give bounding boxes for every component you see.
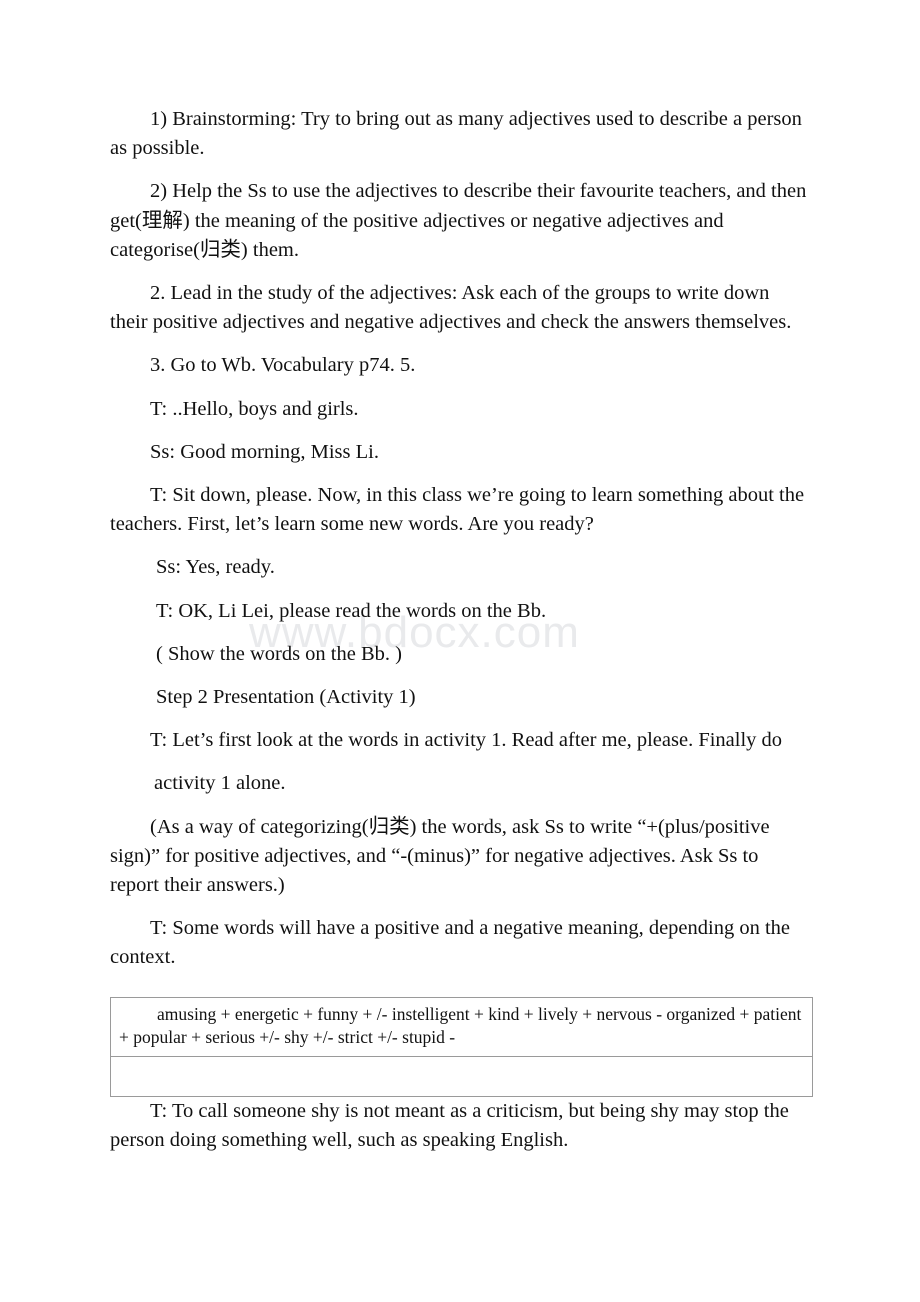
table-row: amusing + energetic + funny + /- instell… — [110, 996, 813, 1057]
paragraph-brainstorming: 1) Brainstorming: Try to bring out as ma… — [110, 108, 802, 160]
paragraph-ss-good-morning: Ss: Good morning, Miss Li. — [150, 440, 379, 463]
paragraph-t-sit-down: T: Sit down, please. Now, in this class … — [110, 484, 805, 536]
empty-answer-cell — [110, 1055, 813, 1097]
paragraph-show-words: ( Show the words on the Bb. ) — [156, 642, 402, 665]
paragraph-t-ok-li-lei: T: OK, Li Lei, please read the words on … — [156, 599, 547, 622]
adjectives-table: amusing + energetic + funny + /- instell… — [110, 996, 813, 1097]
paragraph-help-ss: 2) Help the Ss to use the adjectives to … — [110, 180, 807, 261]
word-box-wrapper: amusing + energetic + funny + /- instell… — [110, 996, 813, 1097]
paragraph-t-criticism: T: To call someone shy is not meant as a… — [110, 1099, 789, 1151]
paragraph-lead-in: 2. Lead in the study of the adjectives: … — [110, 282, 792, 334]
paragraph-t-some-words: T: Some words will have a positive and a… — [110, 917, 791, 969]
paragraph-go-to-wb: 3. Go to Wb. Vocabulary p74. 5. — [150, 354, 416, 377]
table-row — [110, 1055, 813, 1097]
paragraph-categorizing-note: (As a way of categorizing(归类) the words,… — [110, 815, 770, 897]
paragraph-t-lets-first-look: T: Let’s first look at the words in acti… — [150, 729, 783, 752]
document-page: www.bdocx.com 1) Brainstorming: Try to b… — [0, 0, 920, 1302]
paragraph-step-2-presentation: Step 2 Presentation (Activity 1) — [156, 686, 416, 709]
document-body: 1) Brainstorming: Try to bring out as ma… — [0, 0, 920, 1155]
adjectives-cell: amusing + energetic + funny + /- instell… — [110, 996, 813, 1057]
paragraph-activity-1-alone: activity 1 alone. — [154, 772, 286, 795]
paragraph-ss-yes-ready: Ss: Yes, ready. — [156, 556, 275, 579]
paragraph-t-hello: T: ..Hello, boys and girls. — [150, 397, 359, 420]
